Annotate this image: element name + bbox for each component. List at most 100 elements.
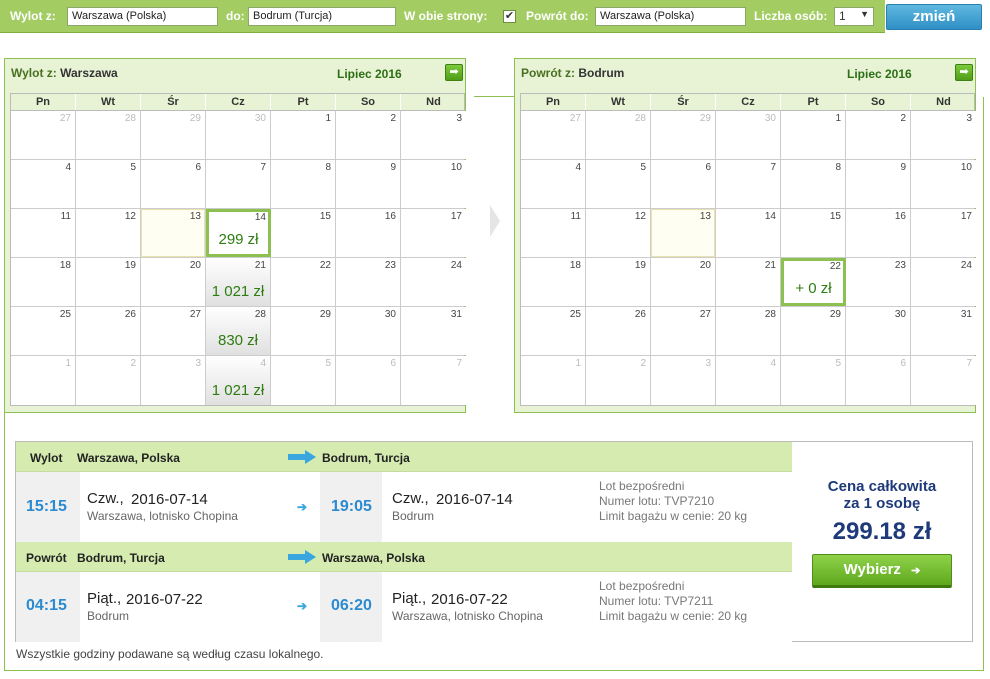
day-price: 1 021 zł	[211, 283, 265, 300]
day-number: 27	[569, 113, 581, 124]
calendar-day-cell: 15	[271, 209, 336, 257]
day-number: 1	[835, 113, 841, 124]
day-number: 5	[130, 162, 136, 173]
calendar-day-cell: 5	[76, 160, 141, 208]
day-number: 2	[130, 358, 136, 369]
day-number: 6	[705, 162, 711, 173]
weekday-header: Wt	[76, 94, 141, 110]
day-number: 2	[640, 358, 646, 369]
calendar-day-cell[interactable]: 22 + 0 zł	[781, 258, 846, 306]
weekday-header: So	[846, 94, 911, 110]
day-number: 8	[325, 162, 331, 173]
day-number: 25	[59, 309, 71, 320]
outbound-dep-place: Warszawa, lotnisko Chopina	[87, 509, 238, 523]
day-number: 6	[390, 358, 396, 369]
change-button[interactable]: zmień	[886, 4, 982, 30]
select-button[interactable]: Wybierz ➔	[812, 554, 952, 588]
outbound-from: Warszawa, Polska	[77, 451, 180, 465]
return-from: Bodrum, Turcja	[77, 551, 165, 565]
return-info: Lot bezpośredni Numer lotu: TVP7211 Limi…	[599, 579, 747, 624]
calendar-header: Powrót z: Bodrum Lipiec 2016 ➡	[515, 59, 975, 87]
day-number: 23	[384, 260, 396, 271]
calendar-day-cell: 8	[271, 160, 336, 208]
day-number: 5	[835, 358, 841, 369]
day-number: 22	[319, 260, 331, 271]
day-number: 3	[705, 358, 711, 369]
calendar-day-cell: 3	[911, 111, 976, 159]
chevron-down-icon: ▼	[860, 9, 869, 19]
outbound-direct: Lot bezpośredni	[599, 479, 685, 493]
calendar-day-cell: 4	[11, 160, 76, 208]
calendar-day-cell: 3	[141, 356, 206, 405]
roundtrip-checkbox[interactable]: ✔	[503, 10, 516, 23]
day-number: 22	[829, 261, 841, 272]
calendar-week-row: 1 2 3 4 1 021 zł 5 6 7	[11, 356, 466, 405]
next-month-arrow-icon[interactable]: ➡	[445, 64, 463, 81]
calendar-day-cell: 1	[781, 111, 846, 159]
calendar-connector	[474, 96, 516, 97]
day-number: 30	[894, 309, 906, 320]
calendar-day-cell[interactable]: 14 299 zł	[206, 209, 271, 257]
day-number: 16	[894, 211, 906, 222]
calendar-day-cell[interactable]: 28 830 zł	[206, 307, 271, 355]
calendar-weeks: 27 28 29 30 1 2 3 4 5 6 7 8 9 10 11 12 13 14 15 16 17 18 19 20 2…	[521, 111, 976, 405]
day-number: 3	[195, 358, 201, 369]
day-number: 29	[189, 113, 201, 124]
day-number: 24	[450, 260, 462, 271]
day-price: + 0 zł	[795, 280, 832, 297]
next-month-arrow-icon[interactable]: ➡	[955, 64, 973, 81]
weekday-header: Śr	[141, 94, 206, 110]
calendar-day-cell: 14	[716, 209, 781, 257]
calendar-day-cell: 7	[206, 160, 271, 208]
day-number: 15	[319, 211, 331, 222]
flight-summary: Wylot Warszawa, Polska Bodrum, Turcja 15…	[15, 441, 973, 642]
return-details: 04:15 Piąt., 2016-07-22 Bodrum ➔ 06:20 P…	[16, 572, 792, 642]
calendar-day-cell: 16	[846, 209, 911, 257]
return-arr-day: Piąt.,	[392, 590, 427, 607]
calendar-day-cell: 5	[781, 356, 846, 405]
calendar-week-row: 25 26 27 28 29 30 31	[521, 307, 976, 356]
calendar-day-cell: 20	[141, 258, 206, 306]
calendar-grid: Pn Wt Śr Cz Pt So Nd 27 28 29 30 1 2 3 4 5 6 7 8 9 10 11 12 13…	[10, 93, 466, 406]
calendar-day-cell: 9	[846, 160, 911, 208]
search-bar: Wylot z: Warszawa (Polska) do: Bodrum (T…	[0, 0, 990, 33]
outbound-info: Lot bezpośredni Numer lotu: TVP7210 Limi…	[599, 479, 747, 524]
return-dep-date: 2016-07-22	[126, 591, 203, 608]
day-number: 15	[829, 211, 841, 222]
day-number: 10	[960, 162, 972, 173]
day-number: 28	[124, 113, 136, 124]
weekday-header-row: Pn Wt Śr Cz Pt So Nd	[11, 94, 464, 111]
day-number: 12	[634, 211, 646, 222]
return-baggage: Limit bagażu w cenie: 20 kg	[599, 609, 748, 623]
day-number: 27	[59, 113, 71, 124]
day-number: 13	[189, 211, 201, 222]
calendar-day-cell[interactable]: 4 1 021 zł	[206, 356, 271, 405]
day-number: 7	[770, 162, 776, 173]
day-number: 14	[764, 211, 776, 222]
day-number: 3	[966, 113, 972, 124]
roundtrip-label: W obie strony:	[404, 9, 488, 23]
outbound-header: Wylot Warszawa, Polska Bodrum, Turcja	[16, 442, 792, 472]
calendar-day-cell: 19	[586, 258, 651, 306]
weekday-header: Pn	[521, 94, 586, 110]
weekday-header: Cz	[716, 94, 781, 110]
day-number: 26	[124, 309, 136, 320]
arrow-right-icon	[288, 550, 316, 564]
day-number: 27	[699, 309, 711, 320]
price-label-line2: za 1 osobę	[843, 495, 921, 512]
calendar-day-cell: 2	[76, 356, 141, 405]
to-input[interactable]: Bodrum (Turcja)	[248, 7, 396, 26]
calendar-week-row: 11 12 13 14 15 16 17	[521, 209, 976, 258]
calendar-day-cell[interactable]: 21 1 021 zł	[206, 258, 271, 306]
calendar-month: Lipiec 2016	[337, 67, 402, 81]
calendar-day-cell: 6	[141, 160, 206, 208]
calendar-day-cell: 20	[651, 258, 716, 306]
calendar-day-cell: 10	[401, 160, 466, 208]
calendar-day-cell: 28	[76, 111, 141, 159]
calendar-title-city: Warszawa	[60, 66, 118, 80]
day-number: 30	[764, 113, 776, 124]
return-input[interactable]: Warszawa (Polska)	[595, 7, 746, 26]
persons-select[interactable]: 1 ▼	[834, 7, 874, 26]
from-input[interactable]: Warszawa (Polska)	[67, 7, 218, 26]
calendar-week-row: 18 19 20 21 1 021 zł 22 23 24	[11, 258, 466, 307]
